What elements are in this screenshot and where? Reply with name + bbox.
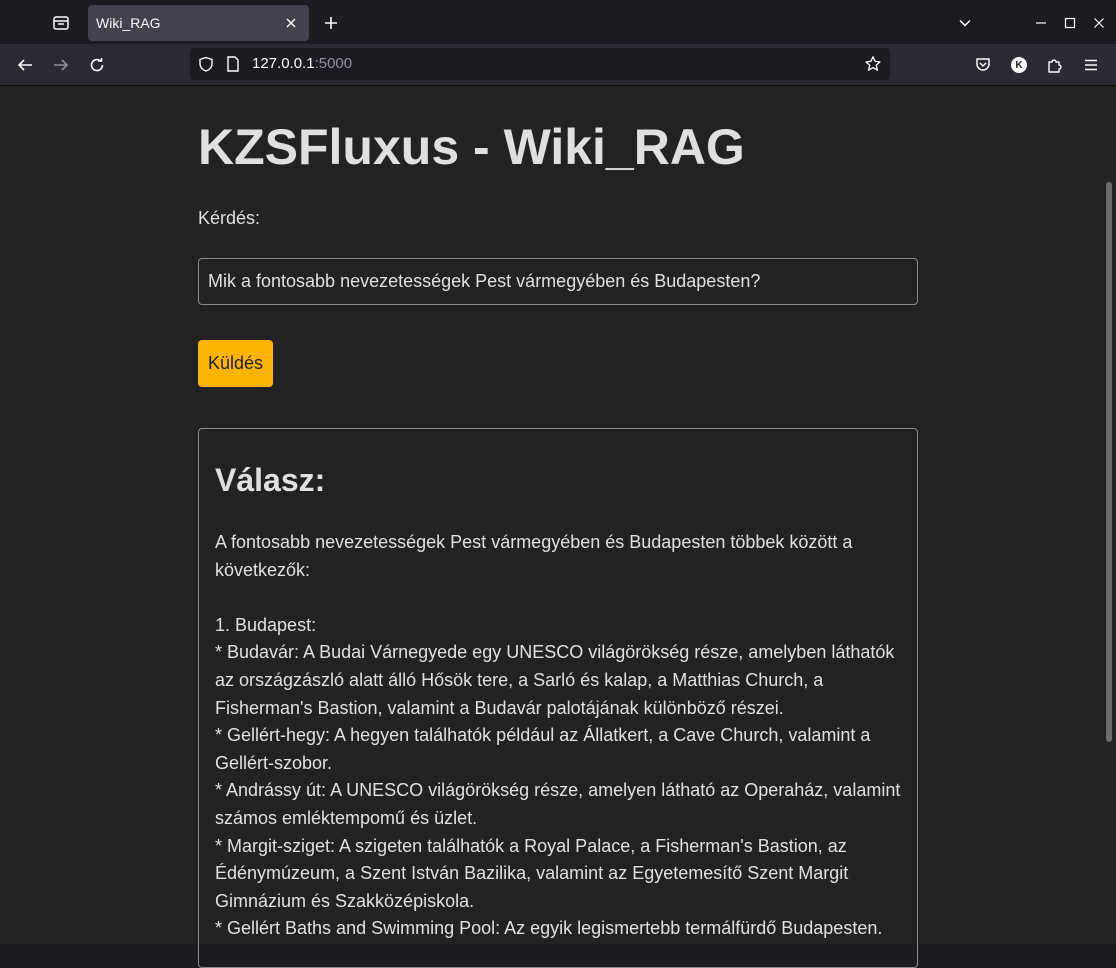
answer-heading: Válasz: — [215, 462, 326, 498]
browser-toolbar: 127.0.0.1:5000 K — [0, 44, 1116, 86]
page-icon[interactable] — [224, 55, 242, 73]
close-icon[interactable] — [283, 15, 299, 31]
maximize-icon[interactable] — [1059, 12, 1081, 34]
send-button[interactable]: Küldés — [198, 340, 273, 387]
chevron-down-icon[interactable] — [954, 12, 976, 34]
star-icon[interactable] — [864, 55, 882, 73]
back-arrow-icon[interactable] — [12, 52, 38, 78]
account-avatar[interactable]: K — [1006, 52, 1032, 78]
tab-title: Wiki_RAG — [96, 15, 161, 31]
page-viewport: KZSFluxus - Wiki_RAG Kérdés: Küldés Vála… — [0, 86, 1116, 968]
pocket-icon[interactable] — [970, 52, 996, 78]
page-title: KZSFluxus - Wiki_RAG — [198, 119, 745, 175]
shield-icon[interactable] — [197, 55, 215, 73]
forward-arrow-icon[interactable] — [48, 52, 74, 78]
url-port: :5000 — [314, 55, 353, 72]
question-label: Kérdés: — [198, 208, 261, 228]
answer-panel: Válasz: A fontosabb nevezetességek Pest … — [198, 428, 918, 968]
question-input[interactable] — [198, 258, 918, 305]
minimize-icon[interactable] — [1030, 12, 1052, 34]
url-host: 127.0.0.1 — [252, 55, 315, 72]
url-bar[interactable]: 127.0.0.1:5000 — [190, 48, 890, 80]
account-initial: K — [1015, 59, 1023, 71]
reload-icon[interactable] — [84, 52, 110, 78]
extensions-icon[interactable] — [1042, 52, 1068, 78]
window-close-icon[interactable] — [1088, 12, 1110, 34]
url-text[interactable]: 127.0.0.1:5000 — [252, 55, 352, 72]
answer-text: A fontosabb nevezetességek Pest vármegyé… — [215, 532, 901, 939]
new-tab-button[interactable] — [320, 12, 342, 34]
firefox-view-icon[interactable] — [48, 10, 74, 36]
browser-tab[interactable]: Wiki_RAG — [88, 5, 309, 41]
browser-tab-bar: Wiki_RAG — [0, 0, 1116, 44]
hamburger-menu-icon[interactable] — [1078, 52, 1104, 78]
vertical-scrollbar[interactable] — [1106, 182, 1112, 742]
